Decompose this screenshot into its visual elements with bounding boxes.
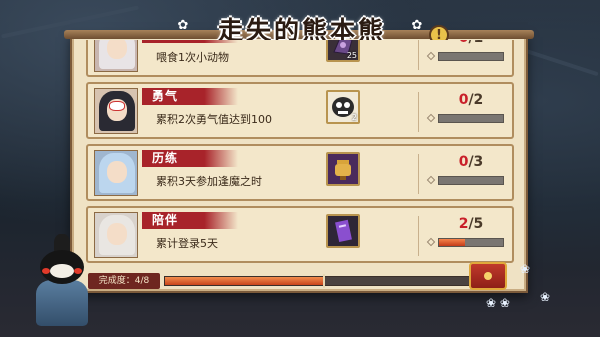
- progress-bar: [438, 176, 504, 185]
- shikigami-portrait: [94, 40, 138, 72]
- reward-chest[interactable]: [469, 262, 507, 290]
- completion-label: 完成度：4/8: [88, 273, 160, 289]
- task-row[interactable]: 历练 累积3天参加逢魔之时 0/3: [86, 144, 514, 201]
- task-row[interactable]: 萌宠 喂食1次小动物 25 0/1: [86, 40, 514, 77]
- progress-total: /3: [468, 154, 484, 170]
- task-row[interactable]: 陪伴 累计登录5天 2/5: [86, 206, 514, 263]
- progress-fill: [439, 239, 465, 246]
- reward-count: 25: [346, 51, 357, 60]
- progress-current: 0: [458, 92, 469, 108]
- kumamon-mascot: [34, 234, 90, 330]
- task-description: 累积3天参加逢魔之时: [156, 175, 262, 188]
- lantern-icon: [335, 160, 351, 180]
- task-tag: 勇气: [142, 88, 238, 105]
- reward-item[interactable]: 25: [326, 40, 360, 62]
- shikigami-portrait: [94, 88, 138, 134]
- flower-decoration: ❀ ❀: [486, 296, 510, 310]
- row-divider: [418, 154, 419, 194]
- task-progress: 0/1: [426, 40, 506, 70]
- reward-item[interactable]: 2: [326, 90, 360, 124]
- task-tag: 历练: [142, 150, 238, 167]
- completion-bar: 完成度：4/8: [88, 273, 508, 289]
- row-divider: [418, 216, 419, 256]
- completion-marker: [323, 274, 325, 288]
- progress-total: /1: [468, 40, 483, 46]
- task-description: 喂食1次小动物: [156, 51, 229, 64]
- progress-current: 2: [458, 216, 469, 232]
- reward-item[interactable]: [326, 152, 360, 186]
- shikigami-portrait: [94, 212, 138, 258]
- task-tag: 陪伴: [142, 212, 238, 229]
- flower-decoration: ❀: [540, 290, 551, 304]
- task-row[interactable]: 勇气 累积2次勇气值达到100 2 0/2: [86, 82, 514, 139]
- task-progress: 0/2: [426, 92, 506, 132]
- progress-total: /5: [468, 216, 484, 232]
- row-divider: [418, 92, 419, 132]
- task-progress: 2/5: [426, 216, 506, 256]
- progress-total: /2: [468, 92, 484, 108]
- reward-count: 2: [351, 113, 357, 122]
- row-divider: [418, 40, 419, 70]
- progress-bar: [438, 114, 504, 123]
- progress-bar: [438, 238, 504, 247]
- completion-track: [164, 274, 484, 288]
- flower-decoration: ❀: [520, 262, 531, 276]
- completion-fill: [165, 277, 324, 285]
- task-progress: 0/3: [426, 154, 506, 194]
- progress-current: 0: [458, 154, 469, 170]
- purple-talisman-icon: [335, 219, 352, 243]
- task-description: 累计登录5天: [156, 237, 218, 250]
- progress-current: 0: [459, 40, 469, 46]
- progress-bar: [438, 52, 504, 61]
- task-description: 累积2次勇气值达到100: [156, 113, 272, 126]
- task-tag: 萌宠: [142, 40, 238, 43]
- shikigami-portrait: [94, 150, 138, 196]
- reward-item[interactable]: [326, 214, 360, 248]
- task-list[interactable]: 萌宠 喂食1次小动物 25 0/1 勇气 累积2次勇气值达到100: [86, 40, 514, 272]
